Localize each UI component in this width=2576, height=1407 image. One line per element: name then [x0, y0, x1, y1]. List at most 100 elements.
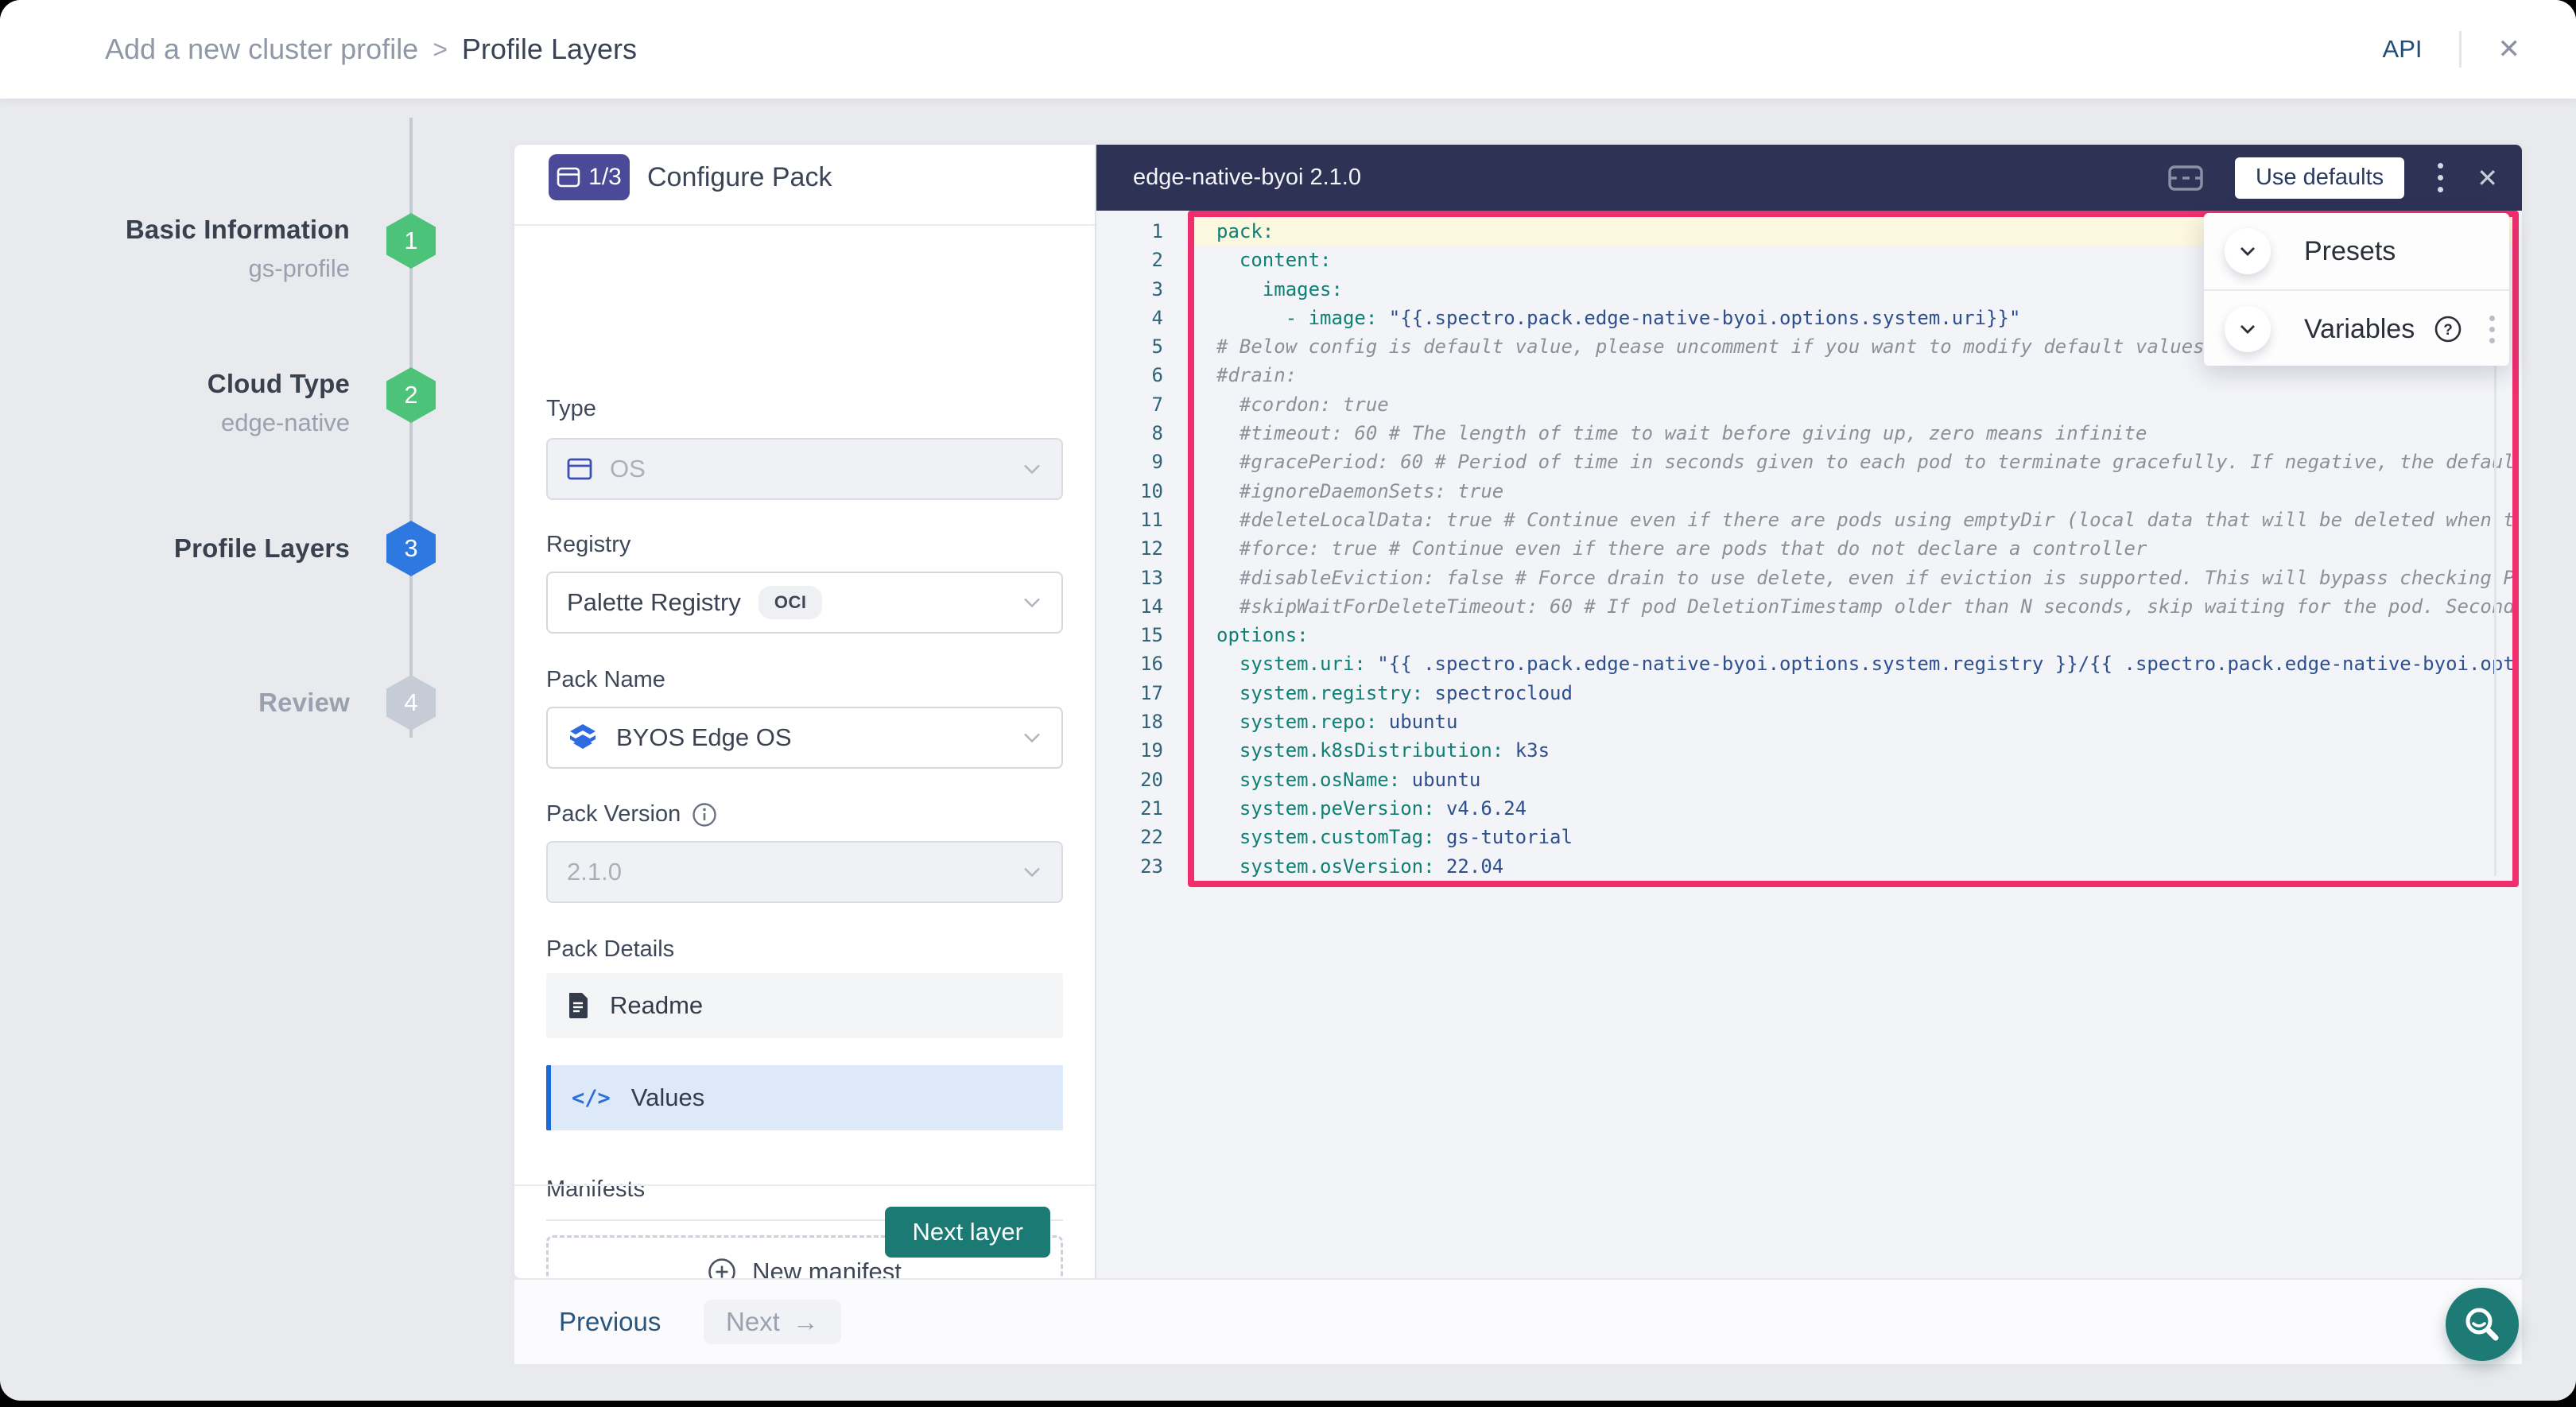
- use-defaults-button[interactable]: Use defaults: [2235, 157, 2404, 199]
- step-title: Basic Information: [0, 215, 350, 245]
- close-icon[interactable]: ✕: [2498, 36, 2521, 63]
- app-window: Add a new cluster profile > Profile Laye…: [0, 0, 2576, 1401]
- code-icon: </>: [572, 1086, 611, 1110]
- top-header: Add a new cluster profile > Profile Laye…: [0, 0, 2576, 99]
- editor-close-icon[interactable]: ✕: [2477, 165, 2498, 191]
- api-link[interactable]: API: [2383, 35, 2423, 64]
- step-badge-2: 2: [386, 367, 436, 423]
- configure-pack-header: 1/3 Configure Pack: [514, 145, 1095, 226]
- variables-row[interactable]: Variables ?: [2204, 291, 2509, 367]
- next-layer-button[interactable]: Next layer: [885, 1207, 1050, 1258]
- info-icon[interactable]: [692, 802, 717, 828]
- editor-kebab-menu-icon[interactable]: [2434, 160, 2446, 196]
- chevron-down-icon: [2240, 324, 2256, 335]
- code-line: system.repo: ubuntu: [1194, 707, 2512, 736]
- type-select: OS: [546, 438, 1063, 500]
- step-count-label: 1/3: [588, 164, 622, 191]
- code-line: #force: true # Continue even if there ar…: [1194, 534, 2512, 563]
- code-line: #ignoreDaemonSets: true: [1194, 477, 2512, 506]
- readme-tab-label: Readme: [610, 991, 703, 1020]
- line-number: 4: [1096, 304, 1163, 332]
- readme-tab[interactable]: Readme: [546, 973, 1063, 1038]
- line-number: 20: [1096, 766, 1163, 794]
- step-count-badge: 1/3: [549, 154, 630, 200]
- code-line: system.osName: ubuntu: [1194, 766, 2512, 794]
- pack-name-label: Pack Name: [546, 667, 665, 693]
- help-icon[interactable]: ?: [2434, 315, 2462, 343]
- code-line: system.osVersion: 22.04: [1194, 852, 2512, 881]
- arrow-right-icon: →: [793, 1307, 819, 1337]
- pack-layers-icon: [567, 722, 599, 754]
- pack-version-label: Pack Version: [546, 801, 717, 828]
- line-number: 9: [1096, 448, 1163, 476]
- configure-pack-footer: Next layer: [514, 1184, 1095, 1278]
- line-number: 17: [1096, 679, 1163, 707]
- code-line: options:: [1194, 621, 2512, 649]
- breadcrumb-parent[interactable]: Add a new cluster profile: [105, 33, 418, 66]
- line-number: 23: [1096, 852, 1163, 881]
- editor-line-numbers: 1234567891011121314151617181920212223: [1096, 217, 1163, 881]
- svg-text:?: ?: [2443, 322, 2453, 339]
- step-item-basic-information[interactable]: Basic Information gs-profile: [0, 215, 350, 283]
- line-number: 15: [1096, 621, 1163, 649]
- line-number: 7: [1096, 390, 1163, 419]
- step-subtitle: edge-native: [0, 409, 350, 437]
- line-number: 3: [1096, 275, 1163, 304]
- presets-expand-button[interactable]: [2225, 228, 2271, 274]
- step-title: Review: [0, 688, 350, 718]
- header-divider: [2459, 31, 2462, 68]
- type-value: OS: [610, 455, 646, 483]
- step-item-profile-layers[interactable]: Profile Layers: [0, 533, 350, 564]
- previous-button[interactable]: Previous: [559, 1280, 661, 1364]
- code-line: #timeout: 60 # The length of time to wai…: [1194, 419, 2512, 448]
- variables-expand-button[interactable]: [2225, 306, 2271, 352]
- stepper-line: [409, 118, 413, 738]
- presets-row[interactable]: Presets: [2204, 213, 2509, 289]
- pack-version-value: 2.1.0: [567, 858, 622, 886]
- line-number: 22: [1096, 823, 1163, 851]
- registry-label: Registry: [546, 532, 630, 558]
- next-button-label: Next: [726, 1307, 780, 1337]
- breadcrumb: Add a new cluster profile > Profile Laye…: [105, 0, 637, 99]
- window-icon: [567, 458, 592, 480]
- configure-pack-panel: 1/3 Configure Pack Type OS Registry Pale…: [514, 145, 1095, 1278]
- split-view-icon[interactable]: [2167, 161, 2205, 195]
- pack-version-label-text: Pack Version: [546, 801, 681, 828]
- variables-label: Variables: [2304, 314, 2415, 345]
- line-number: 8: [1096, 419, 1163, 448]
- code-line: #deleteLocalData: true # Continue even i…: [1194, 506, 2512, 534]
- step-badge-4: 4: [386, 675, 436, 731]
- code-line: system.customTag: gs-tutorial: [1194, 823, 2512, 851]
- editor-header: edge-native-byoi 2.1.0 Use defaults ✕: [1096, 145, 2522, 211]
- values-tab-label: Values: [631, 1083, 705, 1112]
- step-title: Cloud Type: [0, 369, 350, 399]
- line-number: 14: [1096, 592, 1163, 621]
- step-subtitle: gs-profile: [0, 254, 350, 283]
- code-line: #skipWaitForDeleteTimeout: 60 # If pod D…: [1194, 592, 2512, 621]
- step-item-review[interactable]: Review: [0, 688, 350, 718]
- code-line: system.uri: "{{ .spectro.pack.edge-nativ…: [1194, 649, 2512, 678]
- configure-pack-title: Configure Pack: [647, 145, 832, 210]
- next-button: Next →: [704, 1300, 841, 1344]
- step-badge-1: 1: [386, 213, 436, 269]
- pack-version-select: 2.1.0: [546, 841, 1063, 903]
- chevron-down-icon: [1023, 464, 1041, 475]
- step-item-cloud-type[interactable]: Cloud Type edge-native: [0, 369, 350, 437]
- line-number: 12: [1096, 534, 1163, 563]
- code-line: system.peVersion: v4.6.24: [1194, 794, 2512, 823]
- magnifier-icon: [2462, 1304, 2502, 1344]
- line-number: 19: [1096, 736, 1163, 765]
- line-number: 16: [1096, 649, 1163, 678]
- variables-kebab-menu-icon[interactable]: [2489, 316, 2495, 343]
- code-line: #cordon: true: [1194, 390, 2512, 419]
- line-number: 11: [1096, 506, 1163, 534]
- values-tab[interactable]: </> Values: [546, 1065, 1063, 1130]
- wizard-footer: Previous Next →: [514, 1278, 2522, 1364]
- registry-select[interactable]: Palette Registry OCI: [546, 572, 1063, 634]
- editor-title: edge-native-byoi 2.1.0: [1133, 165, 1361, 191]
- chevron-down-icon: [1023, 598, 1041, 608]
- pack-name-select[interactable]: BYOS Edge OS: [546, 707, 1063, 769]
- line-number: 13: [1096, 564, 1163, 592]
- chevron-down-icon: [1023, 733, 1041, 743]
- search-fab-button[interactable]: [2446, 1288, 2519, 1361]
